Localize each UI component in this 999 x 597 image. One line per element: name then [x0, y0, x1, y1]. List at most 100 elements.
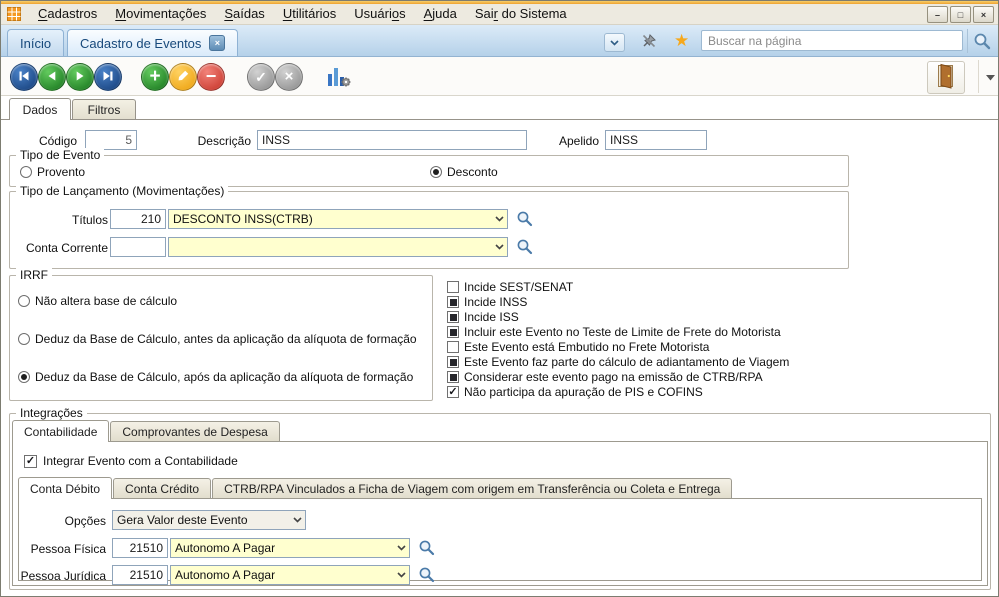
checkbox-box	[447, 341, 459, 353]
pessoa-fisica-code-input[interactable]	[112, 538, 168, 558]
checkbox-box	[447, 311, 459, 323]
edit-record-button[interactable]	[169, 63, 197, 91]
insert-record-button[interactable]: +	[141, 63, 169, 91]
radio-circle	[18, 295, 30, 307]
tab-inicio[interactable]: Início	[7, 29, 64, 56]
tab-comprovantes-de-despesa[interactable]: Comprovantes de Despesa	[110, 421, 279, 441]
last-record-button[interactable]	[94, 63, 122, 91]
menu-sair-do-sistema[interactable]: Sair do Sistema	[466, 4, 576, 24]
pessoa-juridica-code-input[interactable]	[112, 565, 168, 585]
radio-irrf-deduz-apos[interactable]: Deduz da Base de Cálculo, após da aplica…	[18, 370, 413, 384]
door-icon	[933, 63, 959, 92]
flag-pago-emissao-ctrb-rpa[interactable]: Considerar este evento pago na emissão d…	[447, 371, 789, 383]
close-window-button[interactable]: ×	[973, 6, 994, 23]
search-icon[interactable]	[971, 31, 993, 51]
checkbox-label: Este Evento está Embutido no Frete Motor…	[464, 340, 709, 354]
radio-irrf-nao-altera[interactable]: Não altera base de cálculo	[18, 294, 177, 308]
combo-value: Gera Valor deste Evento	[113, 513, 290, 527]
pessoa-fisica-combo[interactable]: Autonomo A Pagar	[170, 538, 410, 558]
radio-provento[interactable]: Provento	[20, 165, 85, 179]
next-record-button[interactable]	[66, 63, 94, 91]
minimize-button[interactable]: –	[927, 6, 948, 23]
window-controls: – □ ×	[927, 6, 994, 23]
titulos-lookup-icon[interactable]	[515, 209, 534, 228]
tab-label: Cadastro de Eventos	[80, 36, 201, 51]
combo-value: Autonomo A Pagar	[171, 541, 394, 555]
titulos-combo[interactable]: DESCONTO INSS(CTRB)	[168, 209, 508, 229]
chevron-down-icon[interactable]	[394, 545, 409, 551]
pessoa-juridica-lookup-icon[interactable]	[417, 565, 436, 584]
tab-conta-debito[interactable]: Conta Débito	[18, 477, 112, 499]
pin-disabled-icon[interactable]	[640, 32, 658, 50]
conta-corrente-code-input[interactable]	[110, 237, 166, 257]
codigo-input[interactable]	[85, 130, 137, 150]
checkbox-box	[447, 281, 459, 293]
menu-usuarios[interactable]: Usuários	[345, 4, 414, 24]
opcoes-select[interactable]: Gera Valor deste Evento	[112, 510, 306, 530]
menu-ajuda[interactable]: Ajuda	[415, 4, 466, 24]
chart-settings-button[interactable]	[319, 61, 357, 94]
titulos-label: Títulos	[16, 213, 108, 227]
toolbar-more-chevron-icon[interactable]	[983, 73, 997, 83]
radio-irrf-deduz-antes[interactable]: Deduz da Base de Cálculo, antes da aplic…	[18, 332, 417, 346]
apelido-input[interactable]	[605, 130, 707, 150]
check-icon: ✓	[255, 70, 267, 84]
close-tab-icon[interactable]: ×	[209, 35, 225, 51]
radio-desconto[interactable]: Desconto	[430, 165, 498, 179]
radio-label: Desconto	[447, 165, 498, 179]
menu-cadastros[interactable]: Cadastros	[29, 4, 106, 24]
tab-conta-credito[interactable]: Conta Crédito	[113, 478, 211, 498]
page-search-input[interactable]	[701, 30, 963, 51]
apelido-label: Apelido	[537, 134, 599, 148]
flag-incluir-teste-limite-frete[interactable]: Incluir este Evento no Teste de Limite d…	[447, 326, 789, 338]
chevron-down-icon[interactable]	[492, 244, 507, 250]
integrar-contabilidade-checkbox[interactable]: Integrar Evento com a Contabilidade	[24, 454, 238, 468]
tab-filtros[interactable]: Filtros	[72, 99, 136, 119]
prior-record-button[interactable]	[38, 63, 66, 91]
menu-utilitarios[interactable]: Utilitários	[274, 4, 345, 24]
menu-movimentacoes[interactable]: Movimentações	[106, 4, 215, 24]
titulos-code-input[interactable]	[110, 209, 166, 229]
first-record-button[interactable]	[10, 63, 38, 91]
pessoa-fisica-lookup-icon[interactable]	[417, 538, 436, 557]
flag-nao-participa-pis-cofins[interactable]: Não participa da apuração de PIS e COFIN…	[447, 386, 789, 398]
group-title: IRRF	[16, 268, 52, 282]
flag-incide-iss[interactable]: Incide ISS	[447, 311, 789, 323]
exit-system-button[interactable]	[927, 61, 965, 94]
x-icon: ×	[285, 69, 294, 84]
cancel-record-button[interactable]: ×	[275, 63, 303, 91]
tab-ctrb-rpa-vinculados[interactable]: CTRB/RPA Vinculados a Ficha de Viagem co…	[212, 478, 732, 498]
menu-saidas[interactable]: Saídas	[215, 4, 273, 24]
tab-contabilidade[interactable]: Contabilidade	[12, 420, 109, 442]
radio-circle	[18, 333, 30, 345]
flag-calculo-adiantamento-viagem[interactable]: Este Evento faz parte do cálculo de adia…	[447, 356, 789, 368]
flag-embutido-frete-motorista[interactable]: Este Evento está Embutido no Frete Motor…	[447, 341, 789, 353]
integracoes-group: Integrações Contabilidade Comprovantes d…	[9, 413, 991, 590]
chevron-down-icon[interactable]	[394, 572, 409, 578]
conta-tabs: Conta Débito Conta Crédito CTRB/RPA Vinc…	[18, 477, 733, 499]
group-title: Tipo de Evento	[16, 148, 104, 162]
chevron-down-icon[interactable]	[290, 517, 305, 523]
pessoa-juridica-combo[interactable]: Autonomo A Pagar	[170, 565, 410, 585]
integracoes-tabs: Contabilidade Comprovantes de Despesa	[12, 420, 281, 442]
flag-incide-sest-senat[interactable]: Incide SEST/SENAT	[447, 281, 789, 293]
delete-record-button[interactable]: −	[197, 63, 225, 91]
tab-label: Início	[20, 36, 51, 51]
flag-incide-inss[interactable]: Incide INSS	[447, 296, 789, 308]
tab-list-chevron-icon[interactable]	[604, 33, 625, 52]
chevron-down-icon[interactable]	[492, 216, 507, 222]
toolbar: + − ✓ ×	[1, 57, 998, 96]
conta-corrente-combo[interactable]	[168, 237, 508, 257]
restore-button[interactable]: □	[950, 6, 971, 23]
post-record-button[interactable]: ✓	[247, 63, 275, 91]
radio-label: Provento	[37, 165, 85, 179]
tab-dados[interactable]: Dados	[9, 98, 71, 120]
conta-corrente-lookup-icon[interactable]	[515, 237, 534, 256]
radio-label: Deduz da Base de Cálculo, após da aplica…	[35, 370, 413, 384]
favorite-star-icon[interactable]: ★	[674, 32, 689, 49]
pessoa-fisica-label: Pessoa Física	[12, 542, 106, 556]
conta-corrente-label: Conta Corrente	[16, 241, 108, 255]
descricao-input[interactable]	[257, 130, 527, 150]
tab-cadastro-de-eventos[interactable]: Cadastro de Eventos ×	[67, 29, 238, 56]
checkbox-box	[447, 356, 459, 368]
